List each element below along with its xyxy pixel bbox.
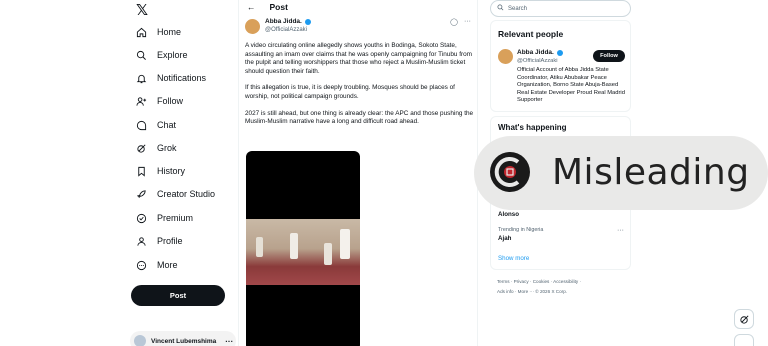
relevant-handle[interactable]: @OfficialAzzaki	[517, 58, 558, 64]
search-placeholder: Search	[508, 5, 528, 12]
author-name-row[interactable]: Abba Jidda.	[265, 18, 311, 25]
nav-item-chat[interactable]: Chat	[136, 116, 176, 134]
misleading-label: Misleading	[552, 152, 750, 193]
video-figure	[290, 233, 298, 259]
nav-label-grok: Grok	[157, 143, 177, 153]
relevant-bio: Official Account of Abba Jidda State Coo…	[517, 67, 625, 104]
author-avatar[interactable]	[245, 19, 260, 34]
video-figure	[256, 237, 263, 257]
footer-links: Terms · Privacy · Cookies · Accessibilit…	[497, 277, 637, 297]
relevant-people-title: Relevant people	[498, 29, 564, 39]
author-name: Abba Jidda.	[265, 18, 302, 25]
more-options-icon[interactable]: ···	[464, 18, 471, 26]
relevant-avatar[interactable]	[498, 49, 513, 64]
footer-line[interactable]: Ads info · More ··· © 2026 X Corp.	[497, 287, 637, 297]
tweet-paragraph: If this allegation is true, it is deeply…	[245, 84, 455, 100]
nav-item-premium[interactable]: Premium	[136, 209, 193, 227]
more-circle-icon	[136, 260, 147, 271]
bookmark-icon	[136, 166, 147, 177]
nav-item-follow[interactable]: Follow	[136, 92, 183, 110]
nav-label-profile: Profile	[157, 236, 183, 246]
grok-explain-icon[interactable]: ◯	[450, 18, 458, 26]
messages-fab-icon[interactable]	[734, 334, 754, 346]
nav-label-premium: Premium	[157, 213, 194, 223]
tweet-paragraph: 2027 is still ahead, but one thing is al…	[245, 109, 474, 126]
search-icon	[136, 50, 147, 61]
nav-item-home[interactable]: Home	[136, 23, 181, 41]
video-figure	[324, 243, 332, 265]
misleading-banner: Misleading	[474, 136, 768, 210]
trend-more-icon[interactable]: ···	[617, 227, 624, 234]
nav-item-profile[interactable]: Profile	[136, 232, 183, 250]
relevant-name: Abba Jidda.	[517, 49, 554, 56]
nav-label-creator-studio: Creator Studio	[157, 189, 216, 199]
video-frame	[246, 219, 360, 285]
trend-item[interactable]: Ajah	[498, 235, 511, 242]
person-icon	[136, 236, 147, 247]
x-logo[interactable]: 𝕏	[136, 1, 148, 19]
nav-label-history: History	[157, 166, 186, 176]
grok-icon	[136, 143, 147, 154]
nav-item-explore[interactable]: Explore	[136, 46, 188, 64]
nav-label-home: Home	[157, 27, 182, 37]
back-arrow-icon[interactable]: ←	[247, 2, 256, 12]
footer-line[interactable]: Terms · Privacy · Cookies · Accessibilit…	[497, 277, 637, 287]
trend-item[interactable]: Alonso	[498, 211, 519, 218]
account-name: Vincent Lubemshima	[151, 337, 217, 345]
page-title: Post	[269, 2, 288, 12]
premium-icon	[136, 213, 147, 224]
tweet-header: Abba Jidda. @OfficialAzzaki ◯ ···	[245, 16, 473, 38]
verified-badge-icon	[556, 49, 563, 56]
chat-icon	[136, 120, 147, 131]
left-nav: 𝕏 Home Explore Notifications Follow Chat…	[128, 0, 238, 346]
nav-item-notifications[interactable]: Notifications	[136, 69, 206, 87]
nav-item-grok[interactable]: Grok	[136, 139, 177, 157]
rocket-icon	[136, 189, 147, 200]
account-more-icon: ···	[225, 336, 234, 346]
nav-label-more: More	[157, 260, 178, 270]
tweet-actions: ◯ ···	[450, 18, 471, 26]
nav-item-more[interactable]: More	[136, 256, 178, 274]
search-icon	[497, 4, 504, 13]
fact-check-logo-icon	[490, 152, 530, 192]
tweet-text: A video circulating online allegedly sho…	[245, 42, 475, 135]
follow-button[interactable]: Follow	[593, 50, 625, 62]
post-header: ← Post	[247, 2, 288, 12]
nav-label-follow: Follow	[157, 96, 184, 106]
account-switcher[interactable]: Vincent Lubemshima ···	[130, 331, 236, 346]
nav-label-explore: Explore	[157, 50, 188, 60]
grok-fab-icon[interactable]	[734, 309, 754, 329]
post-button[interactable]: Post	[131, 285, 225, 306]
nav-label-notifications: Notifications	[157, 73, 207, 83]
home-icon	[136, 27, 147, 38]
person-add-icon	[136, 96, 147, 107]
post-column: ← Post Abba Jidda. @OfficialAzzaki ◯ ···…	[238, 0, 478, 346]
avatar	[134, 335, 146, 346]
tweet-paragraph: A video circulating online allegedly sho…	[245, 42, 472, 75]
verified-badge-icon	[304, 18, 311, 25]
nav-item-creator-studio[interactable]: Creator Studio	[136, 185, 215, 203]
trend-meta: Trending in Nigeria	[498, 227, 544, 233]
show-more-link[interactable]: Show more	[498, 255, 529, 262]
bell-icon	[136, 73, 147, 84]
relevant-people-panel: Relevant people Abba Jidda. @OfficialAzz…	[490, 20, 631, 112]
relevant-name-row[interactable]: Abba Jidda.	[517, 49, 563, 56]
whats-happening-title: What's happening	[498, 123, 567, 132]
tweet-video[interactable]	[246, 151, 360, 346]
search-input[interactable]: Search	[490, 0, 631, 17]
nav-label-chat: Chat	[157, 120, 177, 130]
video-figure	[340, 229, 350, 259]
author-handle[interactable]: @OfficialAzzaki	[265, 27, 307, 33]
nav-item-history[interactable]: History	[136, 162, 185, 180]
